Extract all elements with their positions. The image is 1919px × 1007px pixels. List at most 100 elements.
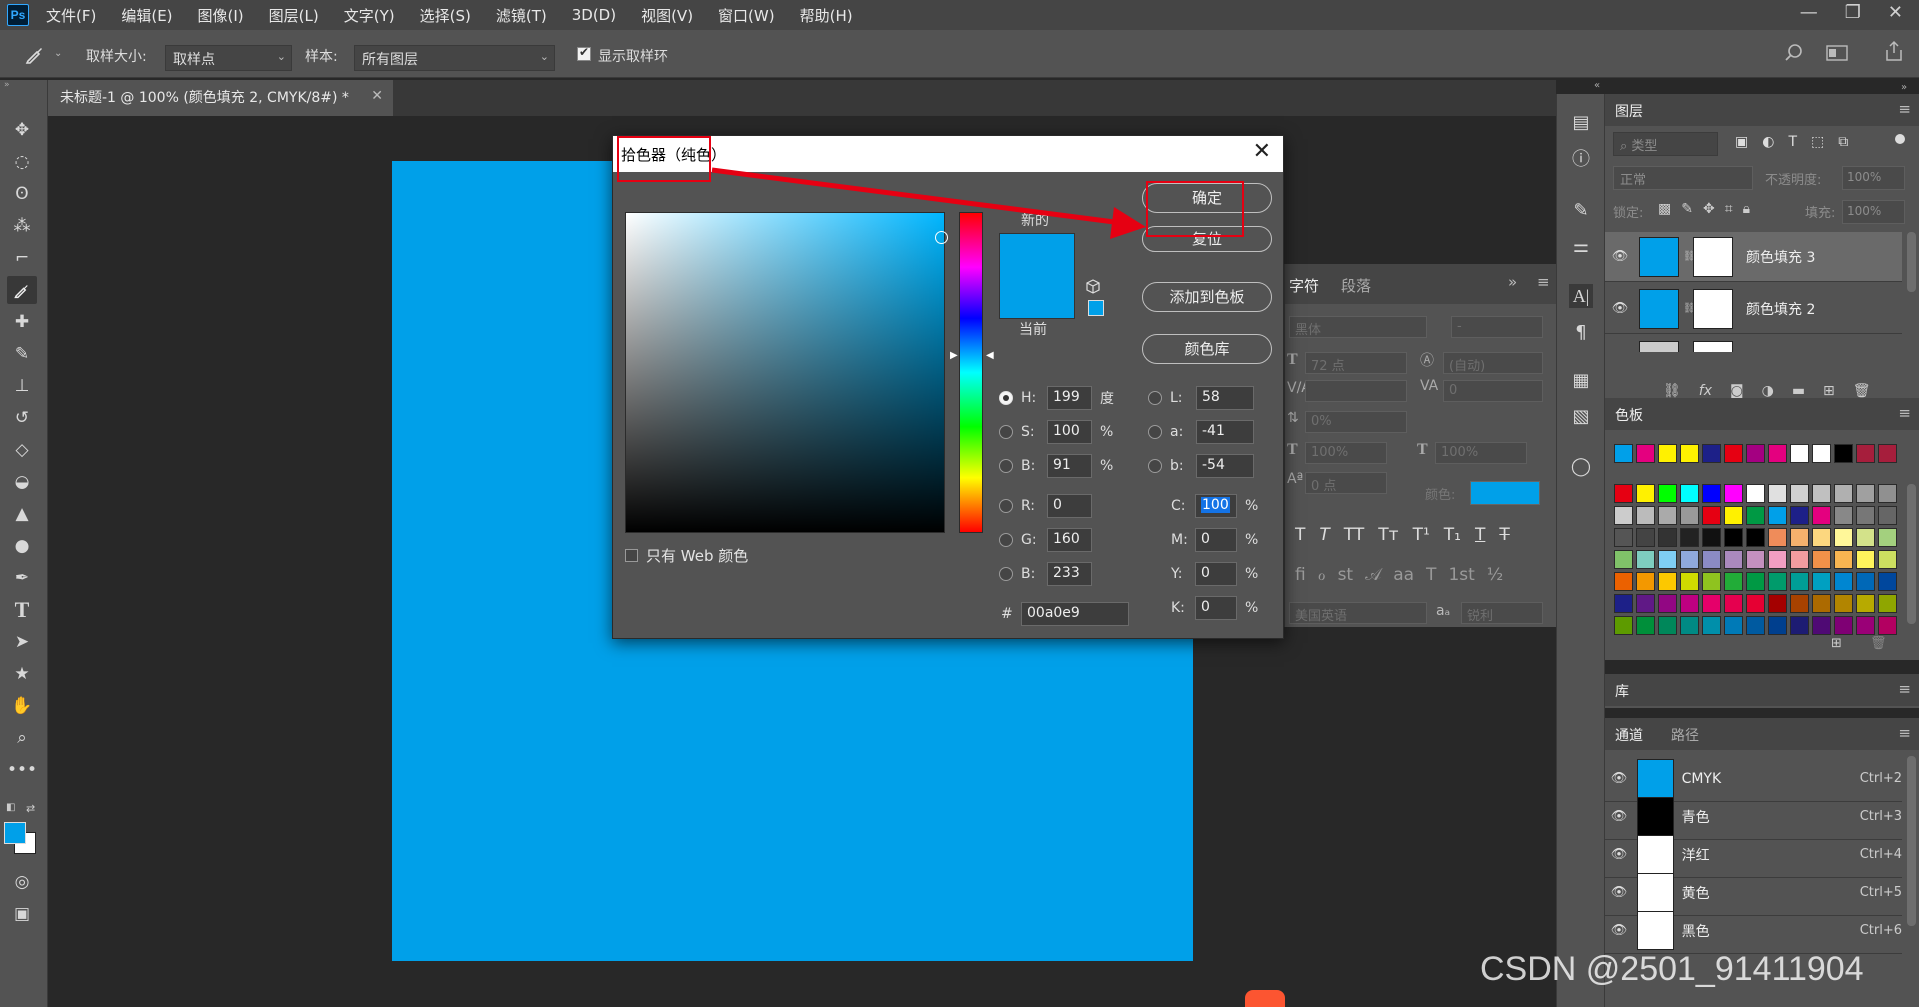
- text-color-swatch[interactable]: [1470, 481, 1540, 505]
- color-swatch[interactable]: [1614, 550, 1633, 569]
- strikethrough-icon[interactable]: T: [1499, 525, 1509, 545]
- color-swatch[interactable]: [1878, 616, 1897, 635]
- hue-slider[interactable]: [959, 212, 983, 533]
- layer-row[interactable]: 👁︎ ⛓ 颜色填充 2: [1605, 284, 1902, 334]
- fx-icon[interactable]: fx: [1699, 383, 1712, 399]
- color-swatch[interactable]: [1812, 550, 1831, 569]
- layer-filter-input[interactable]: ⌕ 类型: [1613, 132, 1718, 156]
- color-swatch[interactable]: [1768, 550, 1787, 569]
- tab-channels[interactable]: 通道: [1615, 725, 1643, 745]
- color-swatch[interactable]: [1768, 528, 1787, 547]
- color-swatch[interactable]: [1724, 506, 1743, 525]
- swash-icon[interactable]: 𝒜: [1365, 565, 1381, 585]
- old-style-icon[interactable]: st: [1338, 565, 1354, 585]
- color-swatch[interactable]: [1812, 484, 1831, 503]
- color-swatch[interactable]: [1614, 528, 1633, 547]
- fill-input[interactable]: 100%: [1842, 200, 1905, 224]
- panel-menu-icon[interactable]: ≡: [1898, 100, 1911, 118]
- zoom-tool-icon[interactable]: ⌕: [7, 724, 37, 752]
- tsume-input[interactable]: 0%: [1305, 411, 1407, 433]
- color-swatch[interactable]: [1856, 572, 1875, 591]
- panel-menu-icon[interactable]: ≡: [1537, 273, 1550, 291]
- leading-input[interactable]: (自动): [1443, 352, 1543, 374]
- magic-wand-icon[interactable]: ⁂: [7, 212, 37, 240]
- fraction-icon[interactable]: ½: [1487, 565, 1503, 585]
- hue-arrow-left-icon[interactable]: ▶: [950, 350, 958, 361]
- menu-item[interactable]: 图层(L): [269, 5, 319, 26]
- visibility-eye-icon[interactable]: 👁︎: [1605, 771, 1633, 786]
- history-panel-icon[interactable]: ▤: [1569, 110, 1593, 134]
- color-swatch[interactable]: [1878, 506, 1897, 525]
- color-swatch[interactable]: [1614, 616, 1633, 635]
- color-swatch[interactable]: [1680, 444, 1699, 463]
- history-brush-icon[interactable]: ↺: [7, 404, 37, 432]
- color-swatch[interactable]: [1856, 506, 1875, 525]
- brush-settings-icon[interactable]: ✎: [1569, 198, 1593, 222]
- shape-tool-icon[interactable]: ★: [7, 660, 37, 688]
- color-swatch[interactable]: [1746, 616, 1765, 635]
- font-family-select[interactable]: 黑体: [1289, 316, 1427, 338]
- close-icon[interactable]: ✕: [1253, 141, 1271, 163]
- new-swatch-icon[interactable]: ⊞: [1831, 636, 1842, 651]
- color-swatch[interactable]: [1614, 506, 1633, 525]
- visibility-eye-icon[interactable]: 👁︎: [1605, 923, 1633, 938]
- antialias-select[interactable]: 锐利: [1461, 602, 1543, 624]
- color-swatch[interactable]: [1636, 594, 1655, 613]
- collapse-panels-icon[interactable]: «: [1594, 80, 1600, 91]
- color-swatch[interactable]: [1680, 506, 1699, 525]
- cyan-input[interactable]: 100: [1195, 494, 1237, 518]
- minimize-icon[interactable]: —: [1800, 2, 1818, 23]
- horizontal-scale-input[interactable]: 100%: [1435, 442, 1527, 464]
- ligature-icon[interactable]: fi: [1295, 565, 1306, 585]
- color-swatch[interactable]: [1878, 484, 1897, 503]
- panel-menu-icon[interactable]: ≡: [1898, 724, 1911, 742]
- restore-icon[interactable]: ❐: [1845, 2, 1861, 23]
- color-swatch[interactable]: [1834, 444, 1853, 463]
- saturation-radio[interactable]: [999, 425, 1013, 439]
- blue-input[interactable]: 233: [1047, 562, 1092, 586]
- visibility-eye-icon[interactable]: 👁︎: [1605, 847, 1633, 862]
- blur-tool-icon[interactable]: ▲: [7, 500, 37, 528]
- menu-item[interactable]: 滤镜(T): [496, 5, 547, 26]
- color-swatch[interactable]: [1680, 528, 1699, 547]
- menu-item[interactable]: 视图(V): [641, 5, 693, 26]
- color-swatch[interactable]: [1812, 506, 1831, 525]
- color-swatch[interactable]: [1680, 594, 1699, 613]
- crop-tool-icon[interactable]: ⌐: [7, 244, 37, 272]
- quick-mask-icon[interactable]: ◎: [7, 868, 37, 896]
- paragraph-panel-icon[interactable]: ¶: [1569, 320, 1593, 344]
- clone-stamp-icon[interactable]: ⊥: [7, 372, 37, 400]
- color-swatch[interactable]: [1702, 484, 1721, 503]
- color-swatch[interactable]: [1636, 572, 1655, 591]
- color-swatch[interactable]: [1878, 528, 1897, 547]
- color-swatch[interactable]: [1658, 550, 1677, 569]
- red-radio[interactable]: [999, 499, 1013, 513]
- vertical-scale-input[interactable]: 100%: [1305, 442, 1387, 464]
- swap-colors-icon[interactable]: ⇄: [26, 802, 35, 815]
- color-swatch[interactable]: [1658, 484, 1677, 503]
- layer-row[interactable]: 👁︎ ⛓ 颜色填充 3: [1605, 232, 1902, 282]
- color-swatch[interactable]: [1680, 616, 1699, 635]
- lasso-tool-icon[interactable]: ʘ: [7, 180, 37, 208]
- color-swatch[interactable]: [1614, 572, 1633, 591]
- menu-item[interactable]: 选择(S): [420, 5, 471, 26]
- faux-italic-icon[interactable]: T: [1319, 525, 1329, 545]
- color-swatch[interactable]: [1768, 572, 1787, 591]
- color-swatch[interactable]: [1614, 594, 1633, 613]
- menu-item[interactable]: 3D(D): [572, 6, 616, 24]
- tab-character[interactable]: 字符: [1289, 275, 1319, 296]
- properties-panel-icon[interactable]: ▦: [1569, 368, 1593, 392]
- menu-item[interactable]: 文件(F): [46, 5, 96, 26]
- adjustments-panel-icon[interactable]: ⚌: [1569, 234, 1593, 258]
- tab-paragraph[interactable]: 段落: [1341, 275, 1371, 296]
- document-tab[interactable]: 未标题-1 @ 100% (颜色填充 2, CMYK/8#) * ✕: [48, 80, 393, 116]
- color-swatch[interactable]: [1702, 594, 1721, 613]
- hue-input[interactable]: 199: [1047, 386, 1092, 410]
- blend-mode-select[interactable]: 正常: [1613, 166, 1753, 190]
- collapse-dock-icon[interactable]: »: [1901, 82, 1907, 93]
- close-tab-icon[interactable]: ✕: [371, 88, 383, 104]
- red-input[interactable]: 0: [1047, 494, 1092, 518]
- color-swatch[interactable]: [1636, 506, 1655, 525]
- color-swatch[interactable]: [1636, 528, 1655, 547]
- color-swatch[interactable]: [1724, 528, 1743, 547]
